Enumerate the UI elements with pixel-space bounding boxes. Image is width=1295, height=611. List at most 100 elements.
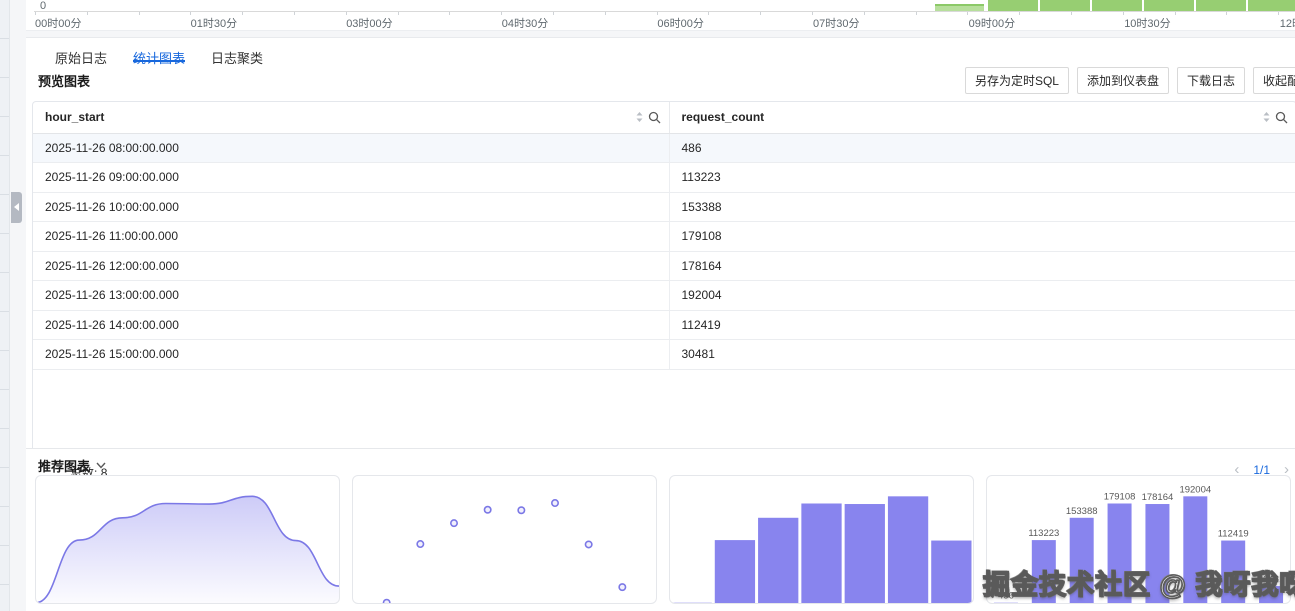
recommended-charts-toggle[interactable]: 推荐图表 <box>38 456 106 475</box>
tab-stat-charts[interactable]: 统计图表 <box>133 48 185 62</box>
tab-log-clustering[interactable]: 日志聚类 <box>211 48 263 62</box>
labeled-bar-chart-svg: 4861132231533881791081781641920041124193… <box>987 476 1290 603</box>
timeline-histogram-bar[interactable] <box>1040 0 1090 11</box>
timeline-tick-mark <box>242 12 243 15</box>
bar-value-label: 30481 <box>1258 574 1284 585</box>
timeline-tick-label: 01时30分 <box>191 15 237 31</box>
column-header-request-count[interactable]: request_count <box>669 102 1295 133</box>
result-table: hour_start request_count <box>33 102 1295 370</box>
preview-chart-title: 预览图表 <box>38 71 90 90</box>
table-row: 2025-11-26 13:00:00.000192004 <box>33 281 1295 311</box>
timeline-axis-line <box>34 11 1295 12</box>
timeline-tick-mark <box>708 12 709 15</box>
timeline-tick-label: 10时30分 <box>1124 15 1170 31</box>
save-as-scheduled-sql-button[interactable]: 另存为定时SQL <box>965 67 1069 94</box>
query-timeline-chart[interactable]: 0 00时00分01时30分03时00分04时30分06时00分07时30分09… <box>26 0 1295 31</box>
toolbar-buttons: 另存为定时SQL 添加到仪表盘下载日志收起配置 <box>965 67 1295 94</box>
bar-value-label: 113223 <box>1028 528 1059 539</box>
hour-start-cell[interactable]: 2025-11-26 10:00:00.000 <box>33 192 669 222</box>
bar-value-label: 112419 <box>1218 529 1249 540</box>
download-logs-button[interactable]: 下载日志 <box>1177 67 1245 94</box>
bar <box>1221 541 1245 603</box>
timeline-tick-label: 09时00分 <box>969 15 1015 31</box>
timeline-histogram-bar[interactable] <box>1144 0 1194 11</box>
sort-icon[interactable] <box>1262 111 1271 123</box>
tab-raw-logs[interactable]: 原始日志 <box>55 48 107 62</box>
table-row: 2025-11-26 14:00:00.000112419 <box>33 310 1295 340</box>
timeline-tick-label: 07时30分 <box>813 15 859 31</box>
hour-start-cell[interactable]: 2025-11-26 14:00:00.000 <box>33 310 669 340</box>
hour-start-cell[interactable]: 2025-11-26 12:00:00.000 <box>33 251 669 281</box>
section-divider <box>26 448 1295 449</box>
timeline-tick-mark <box>398 12 399 15</box>
bar <box>1259 586 1283 603</box>
timeline-tick-label: 12时00分 <box>1280 15 1295 31</box>
sort-icon[interactable] <box>635 111 644 123</box>
request-count-cell[interactable]: 30481 <box>669 340 1295 370</box>
request-count-cell[interactable]: 178164 <box>669 251 1295 281</box>
bar <box>1145 504 1169 603</box>
timeline-tick-mark <box>864 12 865 15</box>
area-chart-svg <box>36 476 339 603</box>
request-count-cell[interactable]: 179108 <box>669 222 1295 252</box>
request-count-cell[interactable]: 112419 <box>669 310 1295 340</box>
recommended-chart-labeled-bars[interactable]: 4861132231533881791081781641920041124193… <box>986 475 1291 604</box>
timeline-tick-label: 03时00分 <box>346 15 392 31</box>
timeline-tick-mark <box>87 12 88 15</box>
column-header-hour-start[interactable]: hour_start <box>33 102 669 133</box>
timeline-tick-mark <box>553 12 554 15</box>
bar <box>1070 518 1094 603</box>
hour-start-cell[interactable]: 2025-11-26 11:00:00.000 <box>33 222 669 252</box>
hour-start-cell[interactable]: 2025-11-26 13:00:00.000 <box>33 281 669 311</box>
chevron-left-icon <box>14 203 19 211</box>
timeline-histogram-bar[interactable] <box>935 4 984 11</box>
add-to-dashboard-button[interactable]: 添加到仪表盘 <box>1077 67 1169 94</box>
table-row: 2025-11-26 09:00:00.000113223 <box>33 163 1295 193</box>
scatter-point <box>383 600 389 603</box>
table-row: 2025-11-26 12:00:00.000178164 <box>33 251 1295 281</box>
timeline-tick-mark <box>1226 12 1227 15</box>
table-row: 2025-11-26 15:00:00.00030481 <box>33 340 1295 370</box>
hour-start-cell[interactable]: 2025-11-26 15:00:00.000 <box>33 340 669 370</box>
sidebar-collapse-handle[interactable] <box>11 192 22 223</box>
bar-value-label: 178164 <box>1142 492 1174 503</box>
scatter-point <box>552 500 558 506</box>
result-table-container: hour_start request_count <box>32 101 1295 448</box>
bar <box>1183 496 1207 603</box>
bar-value-label: 153388 <box>1066 506 1098 517</box>
recommended-chart-scatter[interactable] <box>352 475 657 604</box>
histogram-bar <box>888 496 928 603</box>
collapsed-left-sidebar <box>0 0 10 611</box>
timeline-histogram-bar[interactable] <box>1092 0 1142 11</box>
timeline-histogram-bar[interactable] <box>1196 0 1246 11</box>
histogram-bar <box>801 503 841 603</box>
search-icon[interactable] <box>648 111 661 124</box>
scatter-point <box>585 541 591 547</box>
bar-value-label: 179108 <box>1104 491 1136 502</box>
collapse-config-button[interactable]: 收起配置 <box>1253 67 1295 94</box>
hour-start-cell[interactable]: 2025-11-26 09:00:00.000 <box>33 163 669 193</box>
request-count-cell[interactable]: 486 <box>669 133 1295 163</box>
recommended-chart-area[interactable] <box>35 475 340 604</box>
timeline-histogram-bar[interactable] <box>988 0 1038 11</box>
table-row: 2025-11-26 08:00:00.000486 <box>33 133 1295 163</box>
timeline-histogram-bar[interactable] <box>1248 0 1295 11</box>
scatter-point <box>451 520 457 526</box>
timeline-tick-label: 04时30分 <box>502 15 548 31</box>
request-count-cell[interactable]: 113223 <box>669 163 1295 193</box>
request-count-cell[interactable]: 192004 <box>669 281 1295 311</box>
histogram-bar <box>931 541 971 603</box>
histogram-chart-svg <box>670 476 973 603</box>
timeline-tick-mark <box>605 12 606 15</box>
recommended-chart-histogram[interactable] <box>669 475 974 604</box>
request-count-cell[interactable]: 153388 <box>669 192 1295 222</box>
timeline-tick-mark <box>1019 12 1020 15</box>
search-icon[interactable] <box>1275 111 1288 124</box>
timeline-tick-mark <box>760 12 761 15</box>
scatter-chart-svg <box>353 476 656 603</box>
chevron-down-icon <box>96 462 106 469</box>
table-row: 2025-11-26 11:00:00.000179108 <box>33 222 1295 252</box>
hour-start-cell[interactable]: 2025-11-26 08:00:00.000 <box>33 133 669 163</box>
timeline-tick-mark <box>916 12 917 15</box>
scatter-point <box>484 507 490 513</box>
